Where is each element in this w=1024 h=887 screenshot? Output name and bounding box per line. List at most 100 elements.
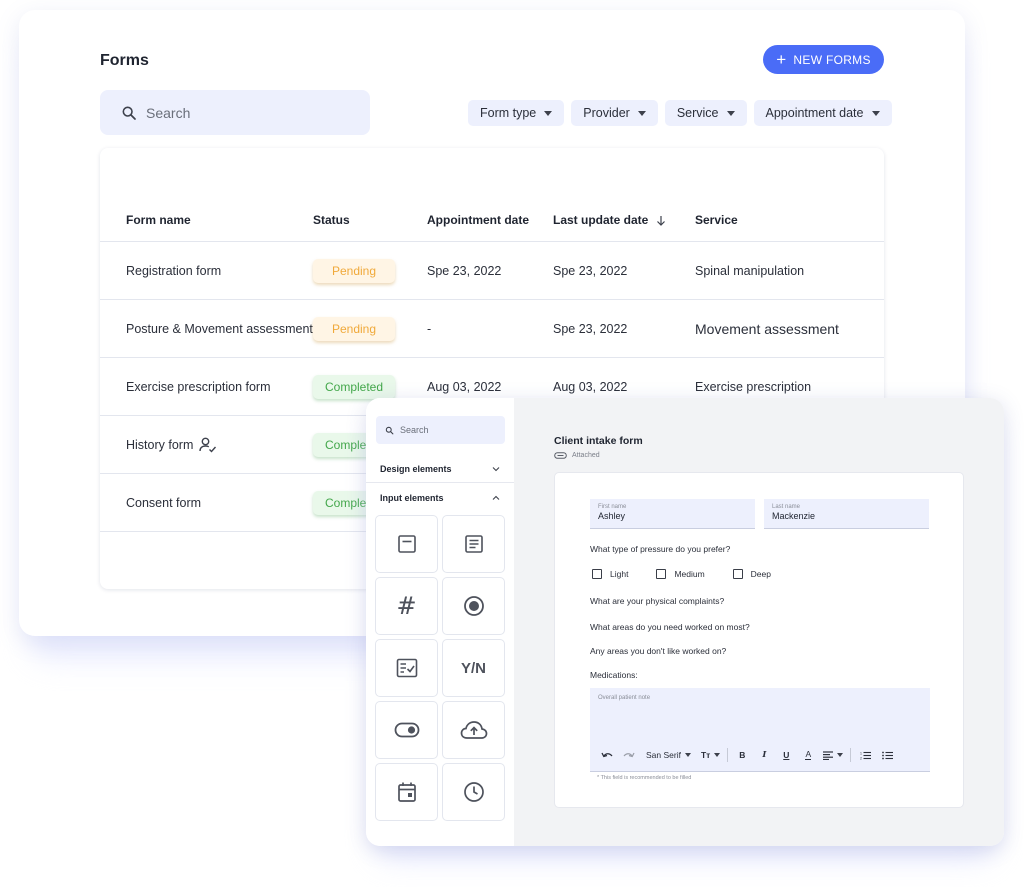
search-input[interactable] [146, 104, 326, 121]
col-appointment-date[interactable]: Appointment date [427, 213, 529, 227]
tile-number[interactable]: # [375, 577, 438, 635]
row-form-name: Consent form [126, 495, 202, 510]
row-appointment-date: Spe 23, 2022 [427, 263, 502, 278]
time-icon [463, 782, 484, 802]
new-forms-label: NEW FORMS [793, 52, 871, 67]
row-form-name: History form [126, 437, 194, 452]
note-placeholder: Overall patient note [598, 695, 651, 701]
tile-upload[interactable] [442, 701, 505, 759]
filter-label: Form type [480, 106, 537, 120]
checkbox[interactable] [592, 569, 602, 579]
tile-radio[interactable] [442, 577, 505, 635]
font-size-select[interactable]: Tт [697, 747, 724, 763]
question-areas: What areas do you need worked on most? [590, 622, 750, 632]
form-editor-card: Design elements Input elements # [366, 398, 1004, 846]
font-family-select[interactable]: San Serif [640, 747, 697, 763]
row-last-update: Spe 23, 2022 [553, 321, 628, 336]
redo-icon[interactable] [618, 747, 640, 763]
filter-appointment-date[interactable]: Appointment date [753, 100, 892, 126]
undo-icon[interactable] [596, 747, 618, 763]
tile-paragraph[interactable] [442, 515, 505, 573]
attached-label: Attached [572, 452, 600, 459]
row-service: Movement assessment [695, 320, 839, 337]
caret-down-icon [726, 110, 735, 116]
option-deep[interactable]: Deep [732, 569, 771, 579]
elements-search-input[interactable] [400, 425, 490, 435]
sort-down-icon[interactable] [656, 215, 666, 226]
section-label: Input elements [380, 493, 444, 503]
filter-provider[interactable]: Provider [571, 100, 658, 126]
status-badge: Pending [313, 258, 395, 283]
table-row[interactable]: Registration form Pending Spe 23, 2022 S… [100, 242, 884, 300]
filter-label: Provider [583, 106, 630, 120]
option-label: Deep [750, 569, 771, 579]
row-service: Exercise prescription [695, 379, 812, 394]
align-left-icon [823, 750, 834, 760]
tile-checklist[interactable] [375, 639, 438, 697]
status-badge: Pending [313, 316, 395, 341]
svg-text:1: 1 [860, 751, 862, 755]
yes-no-icon: Y/N [460, 659, 486, 677]
col-status[interactable]: Status [313, 213, 350, 227]
svg-text:2: 2 [860, 756, 862, 760]
row-form-name: Registration form [126, 263, 222, 278]
elements-search-box[interactable] [376, 416, 505, 444]
checkbox[interactable] [732, 569, 743, 579]
pressure-options: Light Medium Deep [592, 569, 799, 579]
col-last-update-date[interactable]: Last update date [553, 213, 666, 227]
filter-label: Appointment date [765, 106, 864, 120]
upload-icon [460, 721, 487, 739]
underline-icon[interactable]: U [775, 747, 797, 763]
table-row[interactable]: Posture & Movement assessment Pending - … [100, 300, 884, 358]
form-canvas: Client intake form Attached First name A… [514, 398, 1004, 846]
caret-down-icon [714, 753, 721, 757]
row-form-name-wrap: History form [126, 437, 217, 453]
date-icon [397, 782, 416, 802]
plus-icon: + [776, 50, 787, 69]
row-form-name: Exercise prescription form [126, 379, 271, 394]
checklist-icon [396, 658, 417, 678]
patient-note-editor[interactable]: Overall patient note San Serif Tт B I U … [590, 688, 930, 772]
filter-form-type[interactable]: Form type [468, 100, 565, 126]
bulleted-list-icon[interactable] [876, 747, 898, 763]
tile-time[interactable] [442, 763, 505, 821]
new-forms-button[interactable]: + NEW FORMS [763, 45, 884, 74]
option-light[interactable]: Light [592, 569, 628, 579]
section-label: Design elements [380, 463, 452, 474]
design-elements-header[interactable]: Design elements [366, 455, 514, 483]
checkbox[interactable] [656, 569, 667, 579]
col-form-name[interactable]: Form name [126, 213, 191, 227]
tile-date[interactable] [375, 763, 438, 821]
input-elements-grid: # Y/N [375, 515, 505, 821]
field-label: First name [598, 504, 627, 510]
font-select-value: San Serif [646, 750, 681, 760]
tile-yes-no[interactable]: Y/N [442, 639, 505, 697]
question-medications: Medications: [590, 670, 638, 680]
search-icon [385, 426, 394, 434]
caret-down-icon [637, 110, 646, 116]
italic-icon[interactable]: I [753, 747, 775, 763]
align-select[interactable] [819, 747, 847, 763]
col-service[interactable]: Service [695, 213, 738, 227]
rich-text-toolbar: San Serif Tт B I U A 12 [596, 747, 898, 763]
tile-short-text[interactable] [375, 515, 438, 573]
assigned-person-icon[interactable] [199, 437, 217, 453]
numbered-list-icon[interactable]: 12 [854, 747, 876, 763]
radio-icon [463, 596, 484, 616]
input-elements-header[interactable]: Input elements [366, 484, 514, 512]
first-name-field[interactable]: First name Ashley [590, 499, 755, 529]
tile-toggle[interactable] [375, 701, 438, 759]
filter-service[interactable]: Service [664, 100, 747, 126]
bold-icon[interactable]: B [731, 747, 753, 763]
search-box[interactable] [100, 90, 370, 135]
text-color-icon[interactable]: A [797, 747, 819, 763]
attached-indicator[interactable]: Attached [554, 452, 600, 459]
page-title: Forms [100, 52, 149, 69]
chevron-up-icon [492, 495, 500, 500]
row-appointment-date: Aug 03, 2022 [427, 379, 502, 394]
field-hint: * This field is recommended to be filled [597, 775, 692, 781]
last-name-field[interactable]: Last name Mackenzie [764, 499, 929, 529]
question-pressure: What type of pressure do you prefer? [590, 544, 731, 554]
option-medium[interactable]: Medium [656, 569, 705, 579]
paragraph-icon [464, 535, 483, 553]
